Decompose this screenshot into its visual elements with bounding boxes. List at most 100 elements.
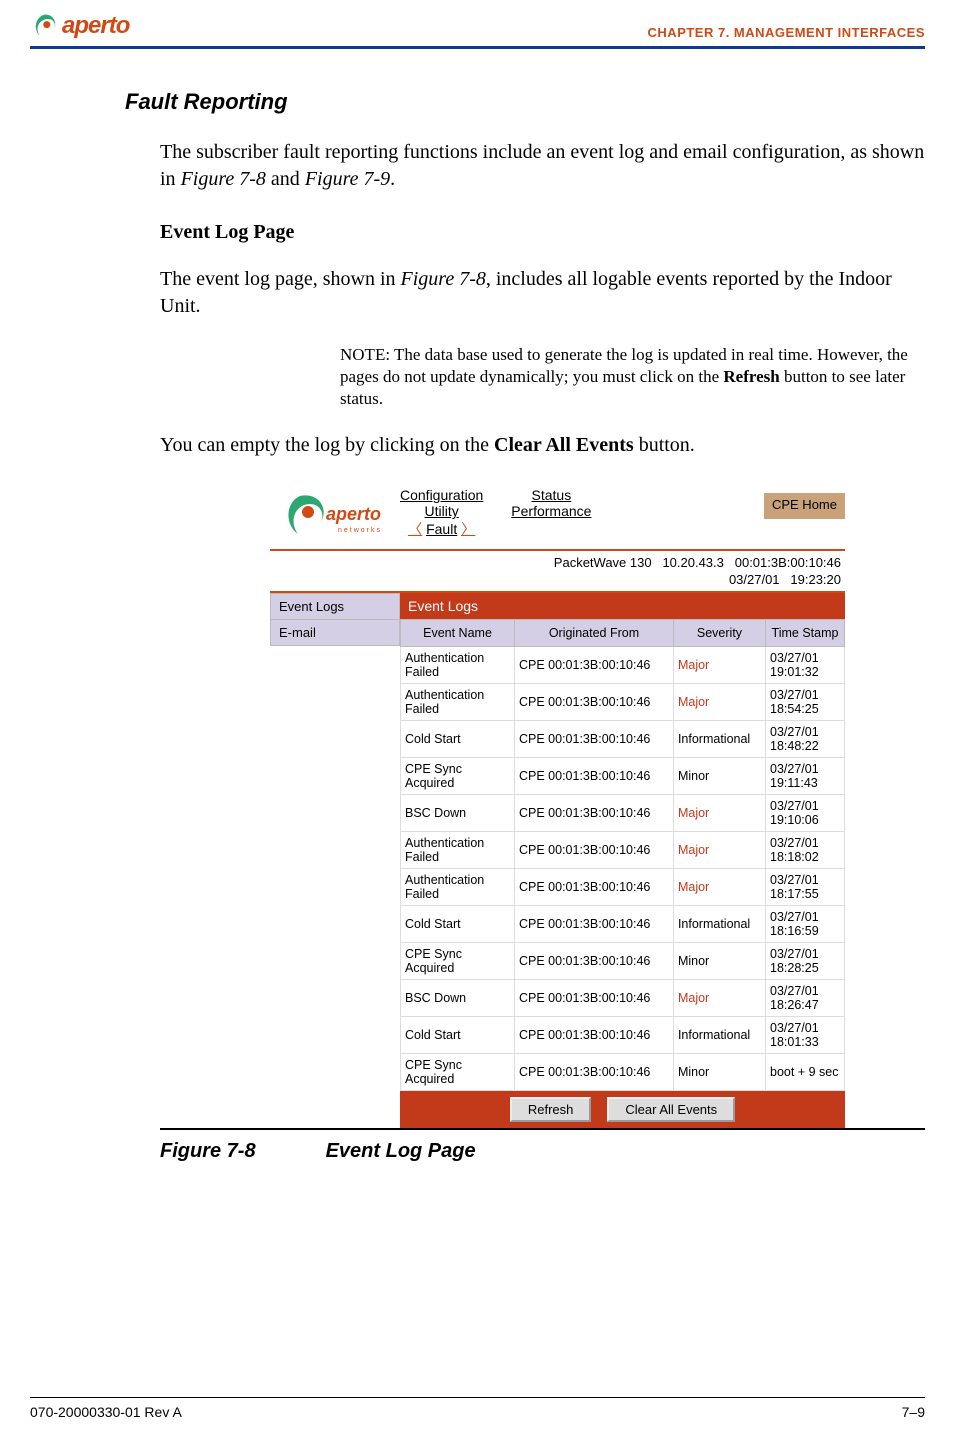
cell-severity: Major	[673, 832, 765, 869]
note-paragraph: NOTE: The data base used to generate the…	[125, 344, 925, 410]
cell-time-stamp: 03/27/01 19:11:43	[766, 758, 845, 795]
cell-originated-from: CPE 00:01:3B:00:10:46	[515, 1054, 674, 1091]
cell-originated-from: CPE 00:01:3B:00:10:46	[515, 758, 674, 795]
cell-event-name: Authentication Failed	[401, 684, 515, 721]
refresh-button[interactable]: Refresh	[510, 1097, 592, 1122]
sidebar-item-email[interactable]: E-mail	[270, 619, 400, 646]
tab-column-2: Status Performance	[511, 487, 591, 519]
cell-time-stamp: 03/27/01 18:16:59	[766, 906, 845, 943]
tab-configuration[interactable]: Configuration	[400, 487, 483, 503]
table-row: CPE Sync AcquiredCPE 00:01:3B:00:10:46Mi…	[401, 1054, 845, 1091]
tab-fault-current[interactable]: 〈 Fault 〉	[408, 519, 475, 539]
refresh-ref: Refresh	[723, 367, 779, 386]
figure-caption: Figure 7-8Event Log Page	[160, 1140, 925, 1163]
table-row: Cold StartCPE 00:01:3B:00:10:46Informati…	[401, 1017, 845, 1054]
cell-originated-from: CPE 00:01:3B:00:10:46	[515, 795, 674, 832]
text: .	[390, 168, 395, 190]
cell-time-stamp: 03/27/01 18:28:25	[766, 943, 845, 980]
button-row: Refresh Clear All Events	[400, 1091, 845, 1128]
col-event-name: Event Name	[401, 620, 515, 647]
cell-originated-from: CPE 00:01:3B:00:10:46	[515, 869, 674, 906]
table-row: Authentication FailedCPE 00:01:3B:00:10:…	[401, 869, 845, 906]
aperto-logo: aperto	[30, 12, 129, 40]
device-time: 19:23:20	[790, 572, 841, 587]
caption-number: Figure 7-8	[160, 1140, 256, 1162]
col-severity: Severity	[673, 620, 765, 647]
text: and	[266, 168, 305, 190]
event-log-screenshot: aperto networks Configuration Utility 〈 …	[270, 483, 845, 1128]
tab-fault-label: Fault	[426, 521, 457, 537]
cell-event-name: CPE Sync Acquired	[401, 943, 515, 980]
figure-7-8: aperto networks Configuration Utility 〈 …	[160, 483, 925, 1130]
svg-text:aperto: aperto	[326, 504, 381, 524]
cell-originated-from: CPE 00:01:3B:00:10:46	[515, 647, 674, 684]
cell-severity: Minor	[673, 943, 765, 980]
aperto-logo-text: aperto	[62, 12, 129, 40]
svg-text:networks: networks	[338, 527, 382, 534]
arrow-right-icon: 〉	[461, 519, 475, 539]
cell-event-name: BSC Down	[401, 980, 515, 1017]
cell-severity: Informational	[673, 1017, 765, 1054]
table-header-row: Event Name Originated From Severity Time…	[401, 620, 845, 647]
text: The event log page, shown in	[160, 268, 401, 290]
cell-event-name: Authentication Failed	[401, 832, 515, 869]
tab-bar: Configuration Utility 〈 Fault 〉 Status P…	[400, 483, 845, 547]
chapter-heading: CHAPTER 7. MANAGEMENT INTERFACES	[648, 25, 925, 40]
tab-performance[interactable]: Performance	[511, 503, 591, 519]
text: You can empty the log by clicking on the	[160, 434, 494, 456]
table-row: Authentication FailedCPE 00:01:3B:00:10:…	[401, 684, 845, 721]
table-row: CPE Sync AcquiredCPE 00:01:3B:00:10:46Mi…	[401, 943, 845, 980]
cell-event-name: Cold Start	[401, 721, 515, 758]
clear-all-events-button[interactable]: Clear All Events	[607, 1097, 735, 1122]
table-row: BSC DownCPE 00:01:3B:00:10:46Major03/27/…	[401, 980, 845, 1017]
sidebar-item-event-logs[interactable]: Event Logs	[270, 593, 400, 620]
cell-severity: Minor	[673, 758, 765, 795]
cell-severity: Informational	[673, 721, 765, 758]
figure-ref: Figure 7-8	[401, 268, 486, 290]
cell-time-stamp: 03/27/01 18:48:22	[766, 721, 845, 758]
paragraph-event-log: The event log page, shown in Figure 7-8,…	[125, 266, 925, 320]
tab-utility[interactable]: Utility	[425, 503, 459, 519]
cell-event-name: BSC Down	[401, 795, 515, 832]
cell-event-name: CPE Sync Acquired	[401, 1054, 515, 1091]
table-row: CPE Sync AcquiredCPE 00:01:3B:00:10:46Mi…	[401, 758, 845, 795]
aperto-swoosh-icon	[30, 12, 58, 40]
table-row: Authentication FailedCPE 00:01:3B:00:10:…	[401, 832, 845, 869]
arrow-left-icon: 〈	[408, 519, 422, 539]
clear-all-ref: Clear All Events	[494, 434, 634, 456]
cpe-home-button[interactable]: CPE Home	[764, 493, 845, 519]
device-date: 03/27/01	[729, 572, 780, 587]
screenshot-header: aperto networks Configuration Utility 〈 …	[270, 483, 845, 547]
cell-event-name: CPE Sync Acquired	[401, 758, 515, 795]
cell-severity: Major	[673, 684, 765, 721]
cell-originated-from: CPE 00:01:3B:00:10:46	[515, 684, 674, 721]
section-heading-fault-reporting: Fault Reporting	[125, 89, 925, 115]
cell-event-name: Cold Start	[401, 1017, 515, 1054]
col-originated-from: Originated From	[515, 620, 674, 647]
tab-status[interactable]: Status	[532, 487, 572, 503]
cell-severity: Major	[673, 869, 765, 906]
screenshot-sidebar: Event Logs E-mail	[270, 593, 400, 1128]
panel-title: Event Logs	[400, 593, 845, 619]
table-row: BSC DownCPE 00:01:3B:00:10:46Major03/27/…	[401, 795, 845, 832]
cell-severity: Major	[673, 795, 765, 832]
cell-time-stamp: 03/27/01 18:01:33	[766, 1017, 845, 1054]
cell-originated-from: CPE 00:01:3B:00:10:46	[515, 980, 674, 1017]
cell-originated-from: CPE 00:01:3B:00:10:46	[515, 832, 674, 869]
cell-time-stamp: 03/27/01 18:17:55	[766, 869, 845, 906]
cell-event-name: Cold Start	[401, 906, 515, 943]
subheading-event-log-page: Event Log Page	[160, 221, 925, 244]
aperto-logo-icon: aperto networks	[280, 490, 390, 540]
cell-originated-from: CPE 00:01:3B:00:10:46	[515, 1017, 674, 1054]
footer-doc-id: 070-20000330-01 Rev A	[30, 1404, 182, 1420]
text: button.	[634, 434, 695, 456]
cell-time-stamp: 03/27/01 19:10:06	[766, 795, 845, 832]
cell-time-stamp: 03/27/01 18:54:25	[766, 684, 845, 721]
col-time-stamp: Time Stamp	[766, 620, 845, 647]
page-footer: 070-20000330-01 Rev A 7–9	[30, 1397, 925, 1420]
cell-originated-from: CPE 00:01:3B:00:10:46	[515, 906, 674, 943]
figure-ref: Figure 7-8	[181, 168, 266, 190]
cell-originated-from: CPE 00:01:3B:00:10:46	[515, 943, 674, 980]
tab-column-1: Configuration Utility 〈 Fault 〉	[400, 487, 483, 539]
figure-ref: Figure 7-9	[305, 168, 390, 190]
